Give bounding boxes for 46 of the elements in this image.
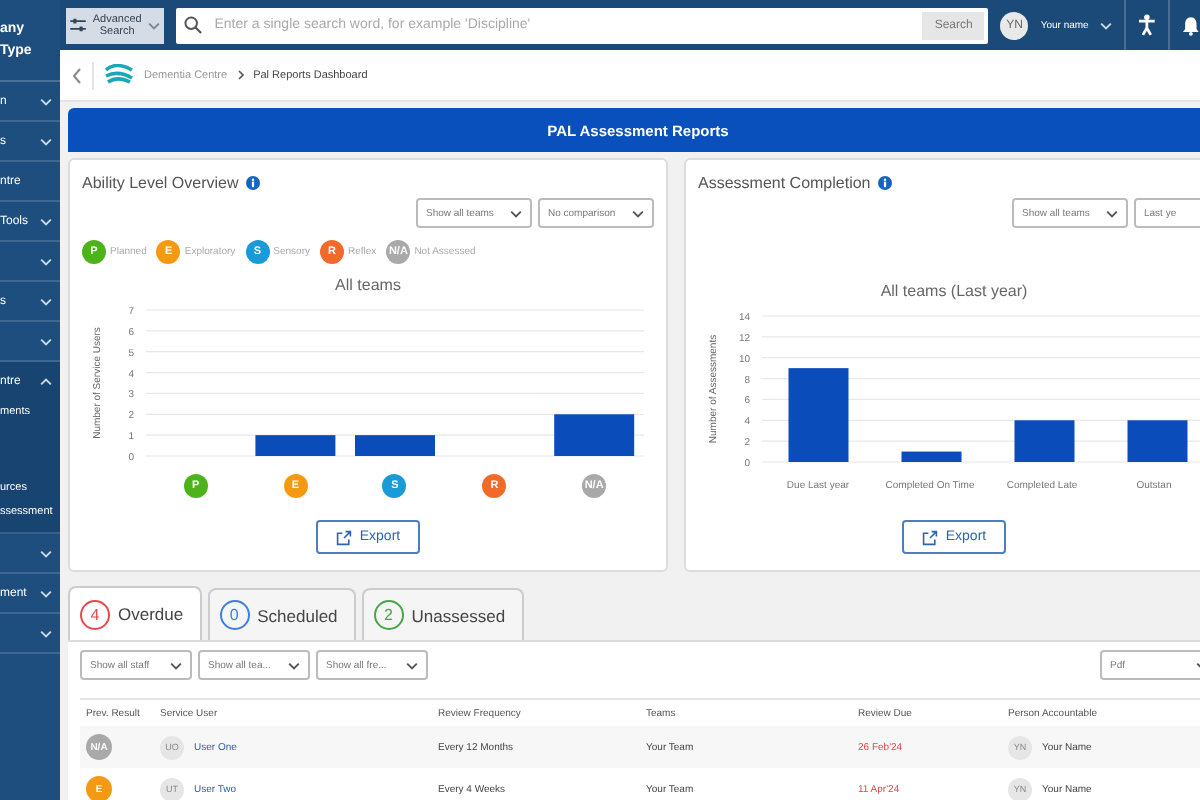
chevron-icon [40,137,52,145]
bar [255,435,336,456]
chevron-icon [632,209,644,217]
chevron-icon [40,297,52,305]
chart-title: All teams (Last year) [878,282,1030,300]
chevron-icon [40,337,52,345]
info-icon[interactable] [878,176,893,190]
bar [1014,420,1075,462]
chevron-icon [237,70,244,80]
sliders-icon [70,18,86,32]
chevron-icon [1106,209,1118,217]
count-badge: 0 [219,600,250,630]
status-tab[interactable]: 2 Unassessed [361,588,524,640]
status-tab[interactable]: 0 Scheduled [207,588,356,640]
card-title: Assessment Completion [698,174,871,192]
chevron-icon [40,217,52,225]
chevron-icon [40,377,52,385]
accessibility-icon[interactable] [1138,14,1157,36]
chart-title: All teams [333,276,403,294]
bar [901,451,962,462]
chevron-icon [510,209,522,217]
count-badge: 4 [80,599,110,629]
chevron-icon [40,549,52,557]
chevron-icon [170,661,182,669]
bar [554,414,635,456]
chevron-icon [40,629,52,637]
bar [788,368,849,462]
chevron-icon [148,21,161,29]
status-tab[interactable]: 4 Overdue [68,586,202,640]
export-icon [335,529,352,545]
export-icon [921,529,938,545]
chevron-icon [40,589,52,597]
bell-icon[interactable] [1182,15,1200,35]
bar [1127,420,1188,462]
chevron-icon [406,661,418,669]
chevron-icon [1100,21,1113,29]
count-badge: 2 [373,600,404,630]
chevron-icon [40,257,52,265]
back-icon[interactable] [72,67,82,83]
search-icon [184,16,203,34]
card-title: Ability Level Overview [82,174,239,192]
chevron-icon [288,661,300,669]
logo-icon [104,64,134,86]
bar [355,435,435,456]
chevron-icon [40,97,52,105]
info-icon[interactable] [246,176,261,190]
